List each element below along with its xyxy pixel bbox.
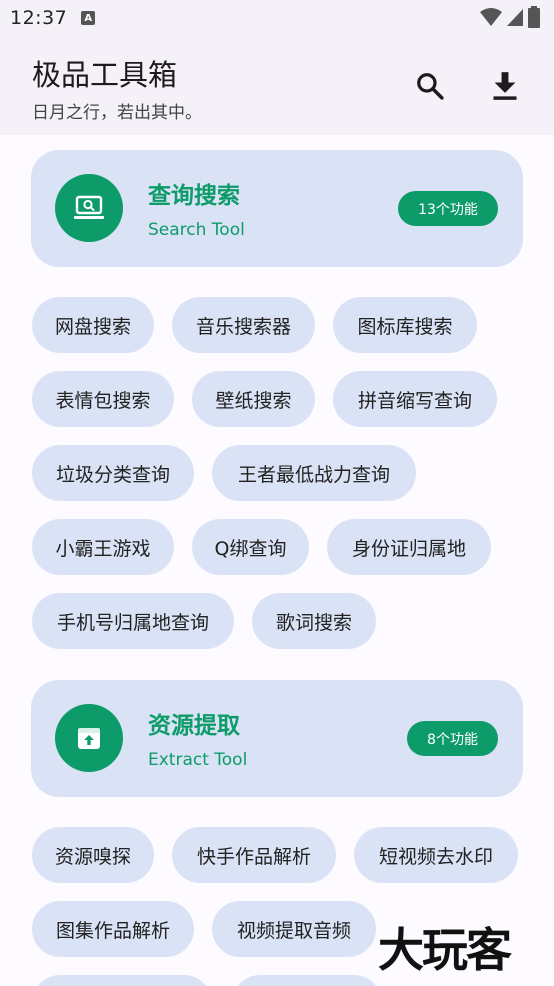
tool-chip-partial[interactable] — [32, 975, 212, 986]
tool-chip[interactable]: 手机号归属地查询 — [32, 593, 234, 649]
section-subtitle: Search Tool — [148, 220, 245, 240]
tool-list[interactable]: 查询搜索 Search Tool 13个功能 网盘搜索 音乐搜索器 图标库搜索 … — [0, 135, 554, 986]
tool-chip[interactable]: 音乐搜索器 — [172, 297, 315, 353]
tool-chip[interactable]: 歌词搜索 — [252, 593, 376, 649]
tool-chip[interactable]: 表情包搜索 — [32, 371, 174, 427]
search-button[interactable] — [410, 66, 450, 106]
tool-chip[interactable]: 壁纸搜索 — [192, 371, 315, 427]
app-title: 极品工具箱 — [32, 58, 178, 92]
tool-chip[interactable]: 网盘搜索 — [32, 297, 154, 353]
tool-chip[interactable]: Q绑查询 — [192, 519, 309, 575]
archive-upload-icon — [78, 728, 100, 749]
app-subtitle: 日月之行，若出其中。 — [32, 103, 202, 123]
tool-chip[interactable]: 图标库搜索 — [333, 297, 477, 353]
section-icon-circle — [55, 704, 123, 772]
tool-chip[interactable]: 身份证归属地 — [327, 519, 491, 575]
watermark-logo: 大玩客 — [378, 923, 512, 977]
download-icon — [493, 72, 517, 100]
download-button[interactable] — [485, 66, 525, 106]
wifi-icon — [480, 8, 502, 26]
tool-chip[interactable]: 拼音缩写查询 — [333, 371, 497, 427]
status-icons — [480, 6, 540, 28]
tool-chip[interactable]: 资源嗅探 — [32, 827, 154, 883]
tool-chip[interactable]: 小霸王游戏 — [32, 519, 174, 575]
section-card-extract[interactable]: 资源提取 Extract Tool 8个功能 — [31, 680, 523, 797]
feature-count-badge: 13个功能 — [398, 191, 498, 226]
section-title: 资源提取 — [148, 713, 240, 739]
laptop-search-icon — [74, 195, 104, 219]
tool-chip-partial[interactable] — [232, 975, 382, 986]
status-bar: 12:37 A — [0, 0, 554, 36]
status-time: 12:37 — [10, 7, 68, 29]
tool-chip[interactable]: 快手作品解析 — [172, 827, 336, 883]
section-icon-circle — [55, 174, 123, 242]
battery-icon — [528, 6, 540, 28]
section-card-search[interactable]: 查询搜索 Search Tool 13个功能 — [31, 150, 523, 267]
tool-chip[interactable]: 王者最低战力查询 — [212, 445, 416, 501]
feature-count-badge: 8个功能 — [407, 721, 498, 756]
search-icon — [417, 73, 444, 100]
notification-icon: A — [81, 11, 96, 25]
tool-chip[interactable]: 视频提取音频 — [212, 901, 376, 957]
tool-chip[interactable]: 图集作品解析 — [32, 901, 194, 957]
section-subtitle: Extract Tool — [148, 750, 248, 770]
section-title: 查询搜索 — [148, 183, 240, 209]
tool-chip[interactable]: 短视频去水印 — [354, 827, 518, 883]
app-bar: 极品工具箱 日月之行，若出其中。 — [0, 36, 554, 135]
signal-icon — [507, 9, 523, 26]
tool-chip[interactable]: 垃圾分类查询 — [32, 445, 194, 501]
